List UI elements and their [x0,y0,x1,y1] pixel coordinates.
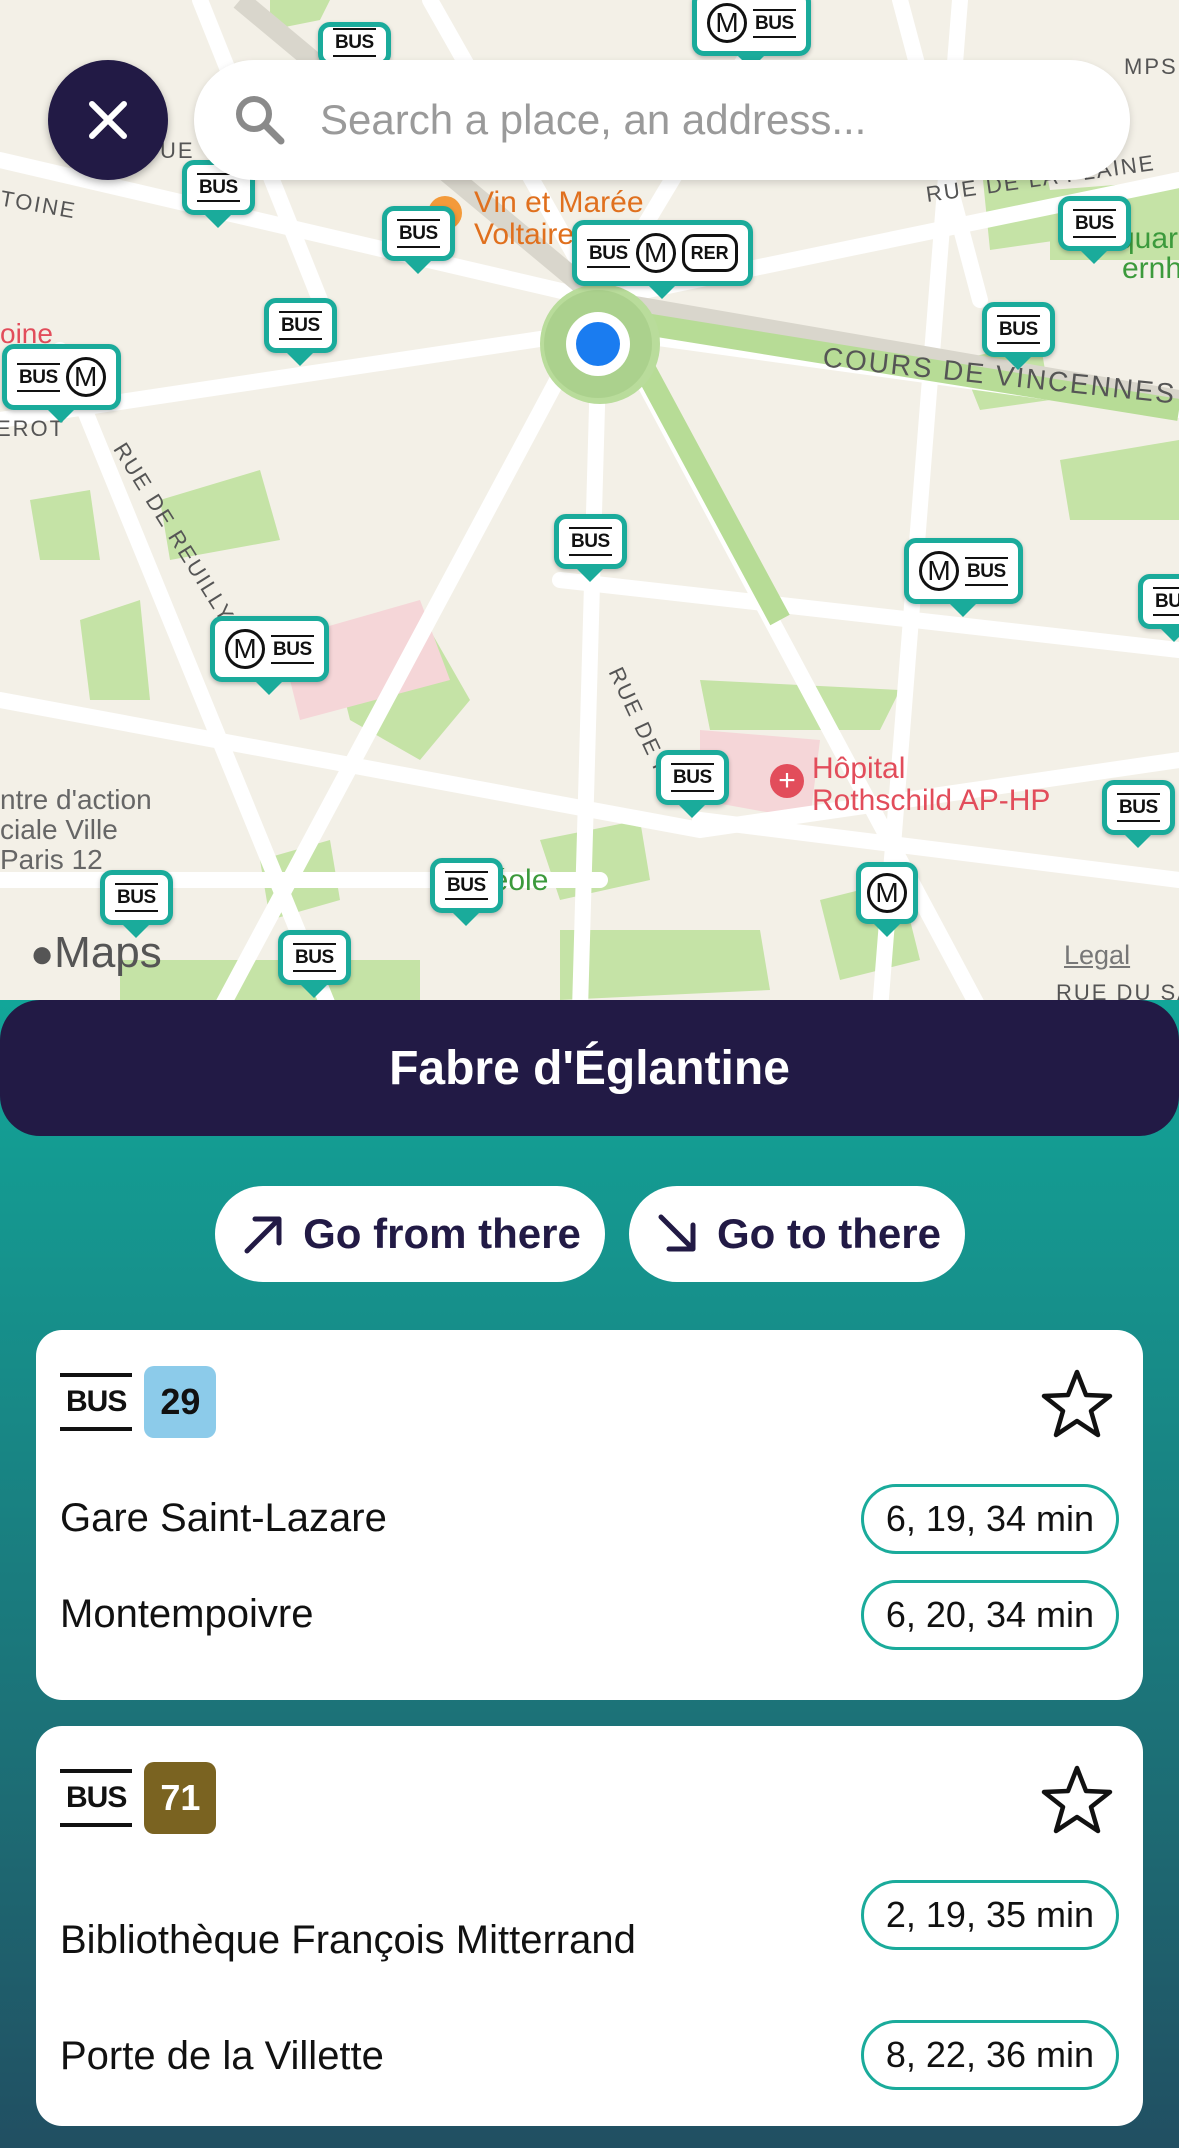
favorite-star-icon[interactable] [1041,1368,1113,1440]
bus-icon: BUS [60,1769,133,1827]
bus-stop-marker[interactable]: BUS [264,298,337,353]
poi-label: Rothschild AP-HP [812,784,1051,817]
metro-bus-stop-marker[interactable]: M BUS [904,538,1023,604]
departure-times[interactable]: 6, 19, 34 min [860,1484,1119,1554]
destination-label: Gare Saint-Lazare [60,1496,387,1540]
metro-icon: M [867,873,907,913]
go-to-there-button[interactable]: Go to there [629,1186,965,1282]
bus-stop-marker[interactable]: BUS [656,750,729,805]
bus-stop-marker[interactable]: BUS [278,930,351,985]
bus-stop-marker[interactable]: BUS [382,206,455,261]
rer-icon: RER [681,234,738,272]
selected-stop-marker[interactable]: BUS M RER [572,220,753,286]
bus-icon: BUS [197,173,240,202]
go-to-there-label: Go to there [716,1210,941,1257]
bus-stop-marker[interactable]: BUS [1102,780,1175,835]
bus-icon: BUS [293,943,336,972]
destination-label: Montempoivre [60,1592,314,1636]
bus-icon: BUS [1073,209,1116,238]
map-view[interactable]: Vin et Marée Voltaire COURS DE VINCENNES… [0,0,1179,1010]
destination-label: Porte de la Villette [60,2034,384,2078]
bus-icon: BUS [445,871,488,900]
bus-stop-marker[interactable]: BUS [982,302,1055,357]
bus-stop-marker[interactable]: BUS [554,514,627,569]
bus-icon: BUS [60,1373,133,1431]
stop-title: Fabre d'Églantine [0,1000,1179,1136]
departure-times[interactable]: 8, 22, 36 min [860,2020,1119,2090]
poi-label: ciale Ville [0,814,118,845]
hospital-icon: + [770,764,804,798]
favorite-star-icon[interactable] [1041,1764,1113,1836]
line-number-badge: 29 [144,1366,217,1438]
bus-stop-marker[interactable]: BUS [1058,196,1131,251]
bus-icon: BUS [279,311,322,340]
close-icon [89,101,127,139]
bus-icon: BUS [997,315,1040,344]
street-label: MPS [1124,54,1178,79]
line-header: BUS 71 [60,1762,217,1834]
bus-stop-marker[interactable]: BUS [100,870,173,925]
poi-label: Paris 12 [0,844,103,875]
bus-icon: BUS [587,238,630,268]
departure-times[interactable]: 6, 20, 34 min [860,1580,1119,1650]
poi-label: ntre d'action [0,784,152,815]
bus-icon: BUS [1153,587,1179,616]
metro-icon: M [635,233,676,273]
bus-stop-marker[interactable]: BUS [1138,574,1179,629]
metro-icon: M [707,3,747,43]
go-from-there-label: Go from there [303,1210,581,1257]
metro-bus-stop-marker[interactable]: M BUS [210,616,329,682]
arrow-down-right-icon [658,1214,696,1252]
metro-bus-stop-marker[interactable]: M BUS [692,0,811,56]
line-header: BUS 29 [60,1366,217,1438]
bus-icon: BUS [965,556,1008,586]
poi-label: Hôpital [812,752,906,785]
metro-icon: M [919,551,959,591]
bus-icon: BUS [333,27,376,57]
bus-icon: BUS [271,634,314,664]
line-number-badge: 71 [144,1762,217,1834]
search-icon [236,96,285,145]
search-input[interactable] [318,95,1102,145]
bus-icon: BUS [1117,793,1160,822]
stop-sheet: Fabre d'Églantine Go from there Go to th… [0,1000,1179,2148]
bus-icon: BUS [17,362,60,392]
park-label: ernh [1122,252,1179,285]
bus-icon: BUS [753,8,796,38]
close-button[interactable] [48,60,168,180]
arrow-up-right-icon [244,1216,282,1254]
metro-stop-marker[interactable]: M [856,862,918,924]
destination-label: Bibliothèque François Mitterrand [60,1918,636,1962]
apple-maps-logo: ●Maps [30,928,162,977]
line-card: BUS 71 Bibliothèque François Mitterrand … [36,1726,1143,2126]
metro-icon: M [65,357,106,397]
legal-link[interactable]: Legal [1064,940,1130,971]
metro-bus-stop-marker[interactable]: BUS M [2,344,121,410]
poi-label: Voltaire [474,218,575,251]
poi-label: Vin et Marée [474,186,644,219]
metro-icon: M [225,629,265,669]
search-bar[interactable] [194,60,1130,180]
go-from-there-button[interactable]: Go from there [215,1186,605,1282]
bus-icon: BUS [115,883,158,912]
bus-icon: BUS [671,763,714,792]
user-location-dot [566,312,630,376]
bus-icon: BUS [569,527,612,556]
line-card: BUS 29 Gare Saint-Lazare 6, 19, 34 min M… [36,1330,1143,1700]
departure-times[interactable]: 2, 19, 35 min [860,1880,1119,1950]
bus-icon: BUS [397,219,440,248]
bus-stop-marker[interactable]: BUS [430,858,503,913]
